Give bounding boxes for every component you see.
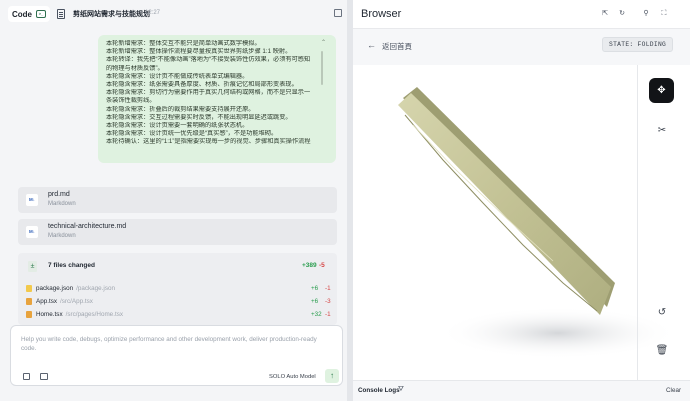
- message-line: 条装饰性裁剪线。: [106, 97, 156, 105]
- document-icon[interactable]: [57, 9, 65, 19]
- changed-file-name: App.tsx: [36, 298, 57, 305]
- paper-canvas[interactable]: ✥ ✂ ↺ 🗑: [353, 65, 690, 380]
- back-link[interactable]: 返回首頁: [382, 41, 412, 52]
- file-type: Markdown: [48, 233, 76, 239]
- message-line: 本轮隐含需求：交互过程需要实时反馈，不能出现明显延迟或跳变。: [106, 113, 292, 121]
- message-scrollbar[interactable]: [321, 51, 323, 85]
- message-line: 本轮隐含需求：设计页需要一套明确的纸张状态机。: [106, 122, 249, 130]
- tsx-file-icon: [26, 298, 32, 305]
- pin-icon[interactable]: ⚲: [642, 10, 650, 18]
- chat-input-placeholder: Help you write code, debugs, optimize pe…: [21, 336, 317, 352]
- chat-panel: Code >_ 剪纸网站需求与技能规划 12:27 本轮新增需求：整体交互不能只…: [0, 0, 347, 401]
- image-icon[interactable]: [40, 373, 48, 380]
- row-deletions: -1: [325, 285, 331, 292]
- row-additions: +6: [311, 298, 319, 305]
- browser-panel: Browser ⇱ ↻ ⚲ ⛶ ← 返回首頁 STATE: FOLDING ✥ …: [353, 0, 690, 401]
- changed-file-path: /src/App.tsx: [60, 298, 93, 305]
- paper-shadow: [438, 307, 678, 359]
- trash-icon[interactable]: 🗑: [655, 344, 669, 358]
- chat-topbar: Code >_ 剪纸网站需求与技能规划 12:27: [0, 0, 347, 28]
- reset-icon[interactable]: ↺: [655, 306, 669, 320]
- project-title: 剪纸网站需求与技能规划: [73, 11, 150, 18]
- collapse-message-icon[interactable]: ⌃: [321, 39, 326, 46]
- message-line: 本轮转译：我先把“不能像动画”落地为“不接受装饰性仿效果，必须有可感知: [106, 56, 311, 64]
- changes-title: 7 files changed: [48, 262, 95, 269]
- maximize-icon[interactable]: ⛶: [660, 10, 668, 18]
- clear-button[interactable]: Clear: [666, 387, 681, 394]
- select-element-icon[interactable]: ⇱: [601, 10, 609, 18]
- changes-card: ± 7 files changed +389 -5 ↗ package.json…: [18, 253, 337, 325]
- model-selector[interactable]: SOLO Auto Model: [269, 374, 316, 380]
- console-bar: Console Logs ⛛ Clear: [353, 380, 690, 401]
- browser-title: Browser: [361, 8, 402, 20]
- file-card-prd[interactable]: M↓ prd.md Markdown: [18, 187, 337, 213]
- state-badge: STATE: FOLDING: [602, 37, 674, 52]
- collapse-panel-icon[interactable]: [334, 9, 342, 17]
- file-name: technical-architecture.md: [48, 223, 127, 230]
- attach-icon[interactable]: [23, 373, 30, 380]
- code-tab-label: Code: [12, 9, 32, 19]
- message-line: 本轮新增需求：整体操作流程要尽量按真实世界剪纸步骤 1:1 映射。: [106, 48, 292, 56]
- file-type: Markdown: [48, 201, 76, 207]
- message-line: 本轮隐含需求：折叠后的裁剪结果需要支持展开还原。: [106, 105, 255, 113]
- message-line: 本轮待确认：这里的“1:1”是指需要实现每一步的视觉、步骤和真实操作流程: [106, 138, 311, 146]
- row-deletions: -3: [325, 298, 331, 305]
- changes-additions: +389: [302, 262, 317, 269]
- markdown-icon: M↓: [26, 226, 38, 238]
- folded-paper[interactable]: [353, 65, 690, 380]
- changes-deletions: -5: [319, 262, 325, 269]
- message-line: 本轮隐含需求：纸张需要具备厚度、材质、折痕记忆和局部形变表现。: [106, 81, 298, 89]
- paper-front-layer: [398, 93, 611, 315]
- markdown-icon: M↓: [26, 194, 38, 206]
- send-button[interactable]: ↑: [325, 369, 339, 383]
- file-card-architecture[interactable]: M↓ technical-architecture.md Markdown: [18, 219, 337, 245]
- message-line: 本轮隐含需求：设计页不能做成传统表单式编辑器。: [106, 72, 249, 80]
- console-logs-label[interactable]: Console Logs: [358, 387, 400, 394]
- message-text: 本轮新增需求：整体交互不能只是简单动画式数字模拟。 本轮新增需求：整体操作流程要尽…: [106, 40, 318, 147]
- changed-file-name: package.json: [36, 285, 74, 292]
- back-arrow-icon[interactable]: ←: [367, 40, 376, 50]
- changed-file-row[interactable]: Home.tsx/src/pages/Home.tsx +32 -1: [18, 308, 337, 321]
- user-message: 本轮新增需求：整体交互不能只是简单动画式数字模拟。 本轮新增需求：整体操作流程要尽…: [98, 35, 336, 163]
- changed-file-path: /src/pages/Home.tsx: [65, 311, 123, 318]
- changes-header[interactable]: ± 7 files changed +389 -5 ↗: [18, 253, 337, 280]
- filter-icon[interactable]: ⛛: [398, 386, 404, 394]
- tsx-file-icon: [26, 311, 32, 318]
- message-line: 本轮隐含需求：剪切行为需要作用于真实几何结构或网格，而不是只显示一: [106, 89, 311, 97]
- move-tool-icon[interactable]: ✥: [649, 78, 674, 103]
- scissors-icon[interactable]: ✂: [655, 124, 669, 138]
- row-additions: +32: [311, 311, 322, 318]
- file-diff-icon: ±: [28, 261, 37, 272]
- project-time: 12:27: [145, 10, 161, 16]
- refresh-icon[interactable]: ↻: [618, 10, 626, 18]
- message-line: 的物理与材质反馈”。: [106, 64, 164, 72]
- changed-file-row[interactable]: App.tsx/src/App.tsx +6 -3: [18, 295, 337, 308]
- terminal-icon: >_: [36, 10, 46, 18]
- row-deletions: -1: [325, 311, 331, 318]
- toolbar-divider: [637, 65, 638, 380]
- message-line: 本轮隐含需求：设计页统一优先级是“真实感”，不是功能堆砌。: [106, 130, 278, 138]
- chat-input[interactable]: Help you write code, debugs, optimize pe…: [10, 325, 343, 386]
- json-file-icon: [26, 285, 32, 292]
- code-tab[interactable]: Code >_: [8, 6, 50, 22]
- file-name: prd.md: [48, 191, 70, 198]
- changed-file-row[interactable]: package.json/package.json +6 -1: [18, 282, 337, 295]
- changed-file-name: Home.tsx: [36, 311, 63, 318]
- changed-file-path: /package.json: [76, 285, 115, 292]
- browser-page-nav: ← 返回首頁 STATE: FOLDING: [353, 29, 690, 65]
- open-diff-icon[interactable]: ↗: [336, 260, 337, 269]
- message-line: 本轮新增需求：整体交互不能只是简单动画式数字模拟。: [106, 40, 261, 47]
- row-additions: +6: [311, 285, 319, 292]
